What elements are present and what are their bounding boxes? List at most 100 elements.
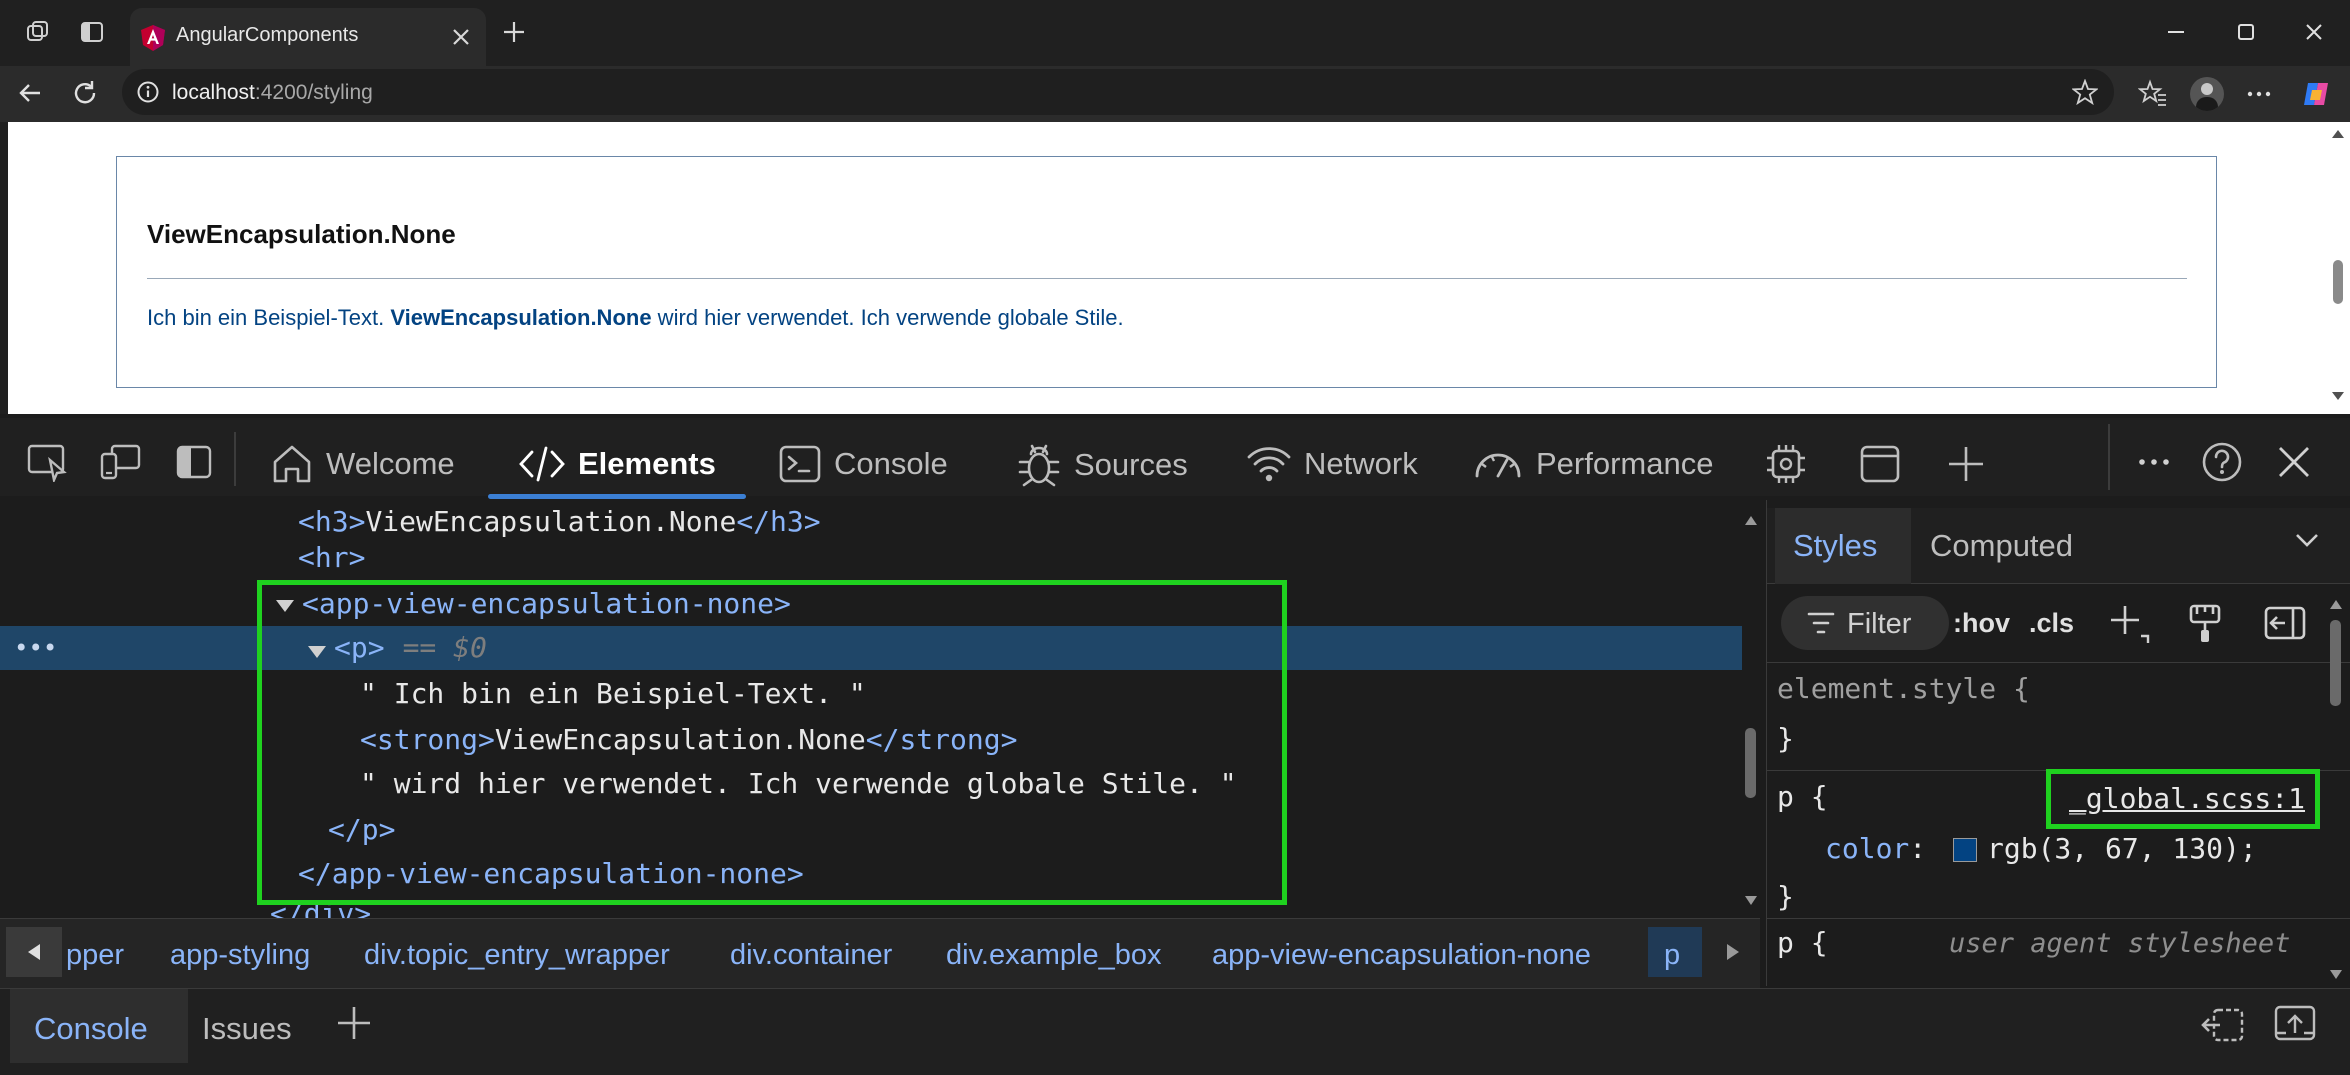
- rule2-selector[interactable]: p {: [1777, 926, 1828, 959]
- page-heading: ViewEncapsulation.None: [147, 219, 456, 249]
- breadcrumb: pper app-styling div.topic_entry_wrapper…: [0, 918, 1760, 988]
- breadcrumb-item[interactable]: div.example_box: [946, 939, 1161, 972]
- filter-icon: [1807, 611, 1835, 635]
- color-swatch[interactable]: [1953, 838, 1977, 862]
- browser-tab[interactable]: AngularComponents: [130, 8, 486, 66]
- devtools-drawer: Console Issues: [0, 988, 2350, 1075]
- styles-pane: Styles Computed Filter :hov .cls element…: [1766, 500, 2350, 986]
- refresh-icon[interactable]: [70, 78, 100, 108]
- more-menu-icon[interactable]: [2244, 79, 2274, 109]
- tab-welcome[interactable]: Welcome: [270, 442, 455, 486]
- device-emulation-icon[interactable]: [98, 442, 142, 482]
- breadcrumb-current[interactable]: p: [1664, 939, 1680, 972]
- tab-sources[interactable]: Sources: [1016, 442, 1188, 488]
- memory-chip-icon[interactable]: [1762, 442, 1810, 486]
- tree-hr: <hr>: [298, 541, 366, 574]
- tree-h3-open: <h3>: [298, 505, 366, 538]
- rule1-value[interactable]: rgb(3, 67, 130);: [1987, 832, 2257, 865]
- url-path: :4200/styling: [254, 81, 373, 104]
- tab-console[interactable]: Console: [778, 442, 948, 486]
- inspect-element-icon[interactable]: [26, 442, 70, 482]
- styles-scroll-up-icon[interactable]: [2330, 600, 2342, 609]
- drawer-tab-console[interactable]: Console: [34, 1011, 148, 1047]
- example-paragraph: Ich bin ein Beispiel-Text. ViewEncapsula…: [147, 305, 1124, 331]
- styles-tabs-chevron-down-icon[interactable]: [2295, 532, 2319, 548]
- breadcrumb-item[interactable]: app-view-encapsulation-none: [1212, 939, 1591, 972]
- rule-divider-2: [1767, 918, 2350, 919]
- tree-h3-text: ViewEncapsulation.None: [365, 505, 737, 538]
- site-info-icon[interactable]: [136, 80, 160, 104]
- title-bar: AngularComponents: [0, 0, 2350, 66]
- paragraph-text-end: wird hier verwendet. Ich verwende global…: [651, 305, 1124, 330]
- copilot-icon[interactable]: [2300, 78, 2332, 110]
- node-actions-icon[interactable]: •••: [14, 626, 57, 670]
- styles-scroll-down-icon[interactable]: [2330, 970, 2342, 979]
- page-scroll-thumb[interactable]: [2333, 260, 2343, 304]
- breadcrumb-item[interactable]: div.container: [730, 939, 892, 972]
- breadcrumb-item[interactable]: pper: [66, 939, 124, 972]
- application-panel-icon[interactable]: [1858, 442, 1902, 486]
- dock-drawer-icon[interactable]: [2200, 1005, 2246, 1045]
- devtools-more-icon[interactable]: [2134, 442, 2174, 482]
- cls-toggle[interactable]: .cls: [2029, 608, 2074, 639]
- styles-filter-input[interactable]: Filter: [1781, 596, 1949, 650]
- close-devtools-icon[interactable]: [2274, 442, 2314, 482]
- toggle-computed-sidebar-icon[interactable]: [2263, 604, 2307, 642]
- tab-elements[interactable]: Elements: [518, 442, 716, 486]
- hov-toggle[interactable]: :hov: [1953, 608, 2010, 639]
- breadcrumb-scroll-left-icon[interactable]: [6, 927, 62, 977]
- profile-avatar[interactable]: [2190, 77, 2224, 111]
- paint-brush-icon[interactable]: [2185, 602, 2225, 646]
- tab-network[interactable]: Network: [1246, 442, 1418, 486]
- rule1-selector[interactable]: p {: [1777, 780, 1828, 813]
- url-field[interactable]: localhost:4200/styling: [122, 69, 2114, 115]
- tab-styles[interactable]: Styles: [1793, 528, 1877, 564]
- new-tab-icon[interactable]: [496, 14, 532, 50]
- breadcrumb-scroll-right-icon[interactable]: [1708, 927, 1758, 977]
- tree-scrollbar[interactable]: [1744, 512, 1758, 912]
- breadcrumb-item[interactable]: app-styling: [170, 939, 310, 972]
- workspaces-icon[interactable]: [20, 14, 56, 50]
- minimize-icon[interactable]: [2154, 14, 2198, 50]
- tab-computed[interactable]: Computed: [1930, 528, 2073, 564]
- rule2-source: user agent stylesheet: [1949, 928, 2291, 959]
- highlight-box-source: [2046, 769, 2320, 829]
- page-viewport: ViewEncapsulation.None Ich bin ein Beisp…: [8, 122, 2325, 414]
- rule1-property[interactable]: color:: [1825, 832, 1943, 865]
- home-icon: [273, 445, 311, 483]
- address-bar-row: localhost:4200/styling: [0, 66, 2350, 122]
- wifi-icon: [1247, 447, 1291, 482]
- styles-scrollbar[interactable]: [2329, 598, 2343, 984]
- drawer-add-tab-icon[interactable]: [334, 1003, 374, 1043]
- tree-node-hr[interactable]: <hr>: [298, 536, 365, 580]
- scroll-down-arrow-icon[interactable]: [2332, 392, 2344, 400]
- tree-scroll-down-icon[interactable]: [1745, 896, 1757, 905]
- tab-performance[interactable]: Performance: [1472, 442, 1713, 486]
- tree-h3-close: </h3>: [736, 505, 821, 538]
- vertical-tabs-icon[interactable]: [74, 14, 110, 50]
- drawer-tab-issues[interactable]: Issues: [202, 1011, 292, 1047]
- maximize-icon[interactable]: [2224, 14, 2268, 50]
- tab-console-label: Console: [834, 446, 948, 481]
- tree-node-h3[interactable]: <h3>ViewEncapsulation.None</h3>: [298, 500, 821, 544]
- tab-network-label: Network: [1304, 446, 1418, 481]
- styles-scroll-thumb[interactable]: [2330, 620, 2341, 706]
- close-window-icon[interactable]: [2292, 14, 2336, 50]
- new-style-rule-icon[interactable]: [2107, 602, 2151, 646]
- element-style-selector[interactable]: element.style {: [1777, 672, 2030, 705]
- back-icon[interactable]: [16, 78, 46, 108]
- tab-elements-label: Elements: [578, 446, 716, 481]
- url-text: localhost:4200/styling: [172, 81, 373, 105]
- scroll-up-arrow-icon[interactable]: [2332, 130, 2344, 138]
- help-icon[interactable]: [2200, 440, 2244, 484]
- tree-scroll-up-icon[interactable]: [1745, 516, 1757, 525]
- favorite-star-icon[interactable]: [2072, 79, 2098, 105]
- breadcrumb-item[interactable]: div.topic_entry_wrapper: [364, 939, 670, 972]
- page-scrollbar[interactable]: [2325, 122, 2350, 414]
- move-drawer-up-icon[interactable]: [2272, 1003, 2318, 1043]
- toggle-sidebar-icon[interactable]: [174, 442, 214, 482]
- close-tab-icon[interactable]: [450, 26, 472, 48]
- more-tools-plus-icon[interactable]: [1946, 444, 1986, 484]
- favorites-icon[interactable]: [2138, 79, 2168, 109]
- tree-scroll-thumb[interactable]: [1745, 728, 1756, 798]
